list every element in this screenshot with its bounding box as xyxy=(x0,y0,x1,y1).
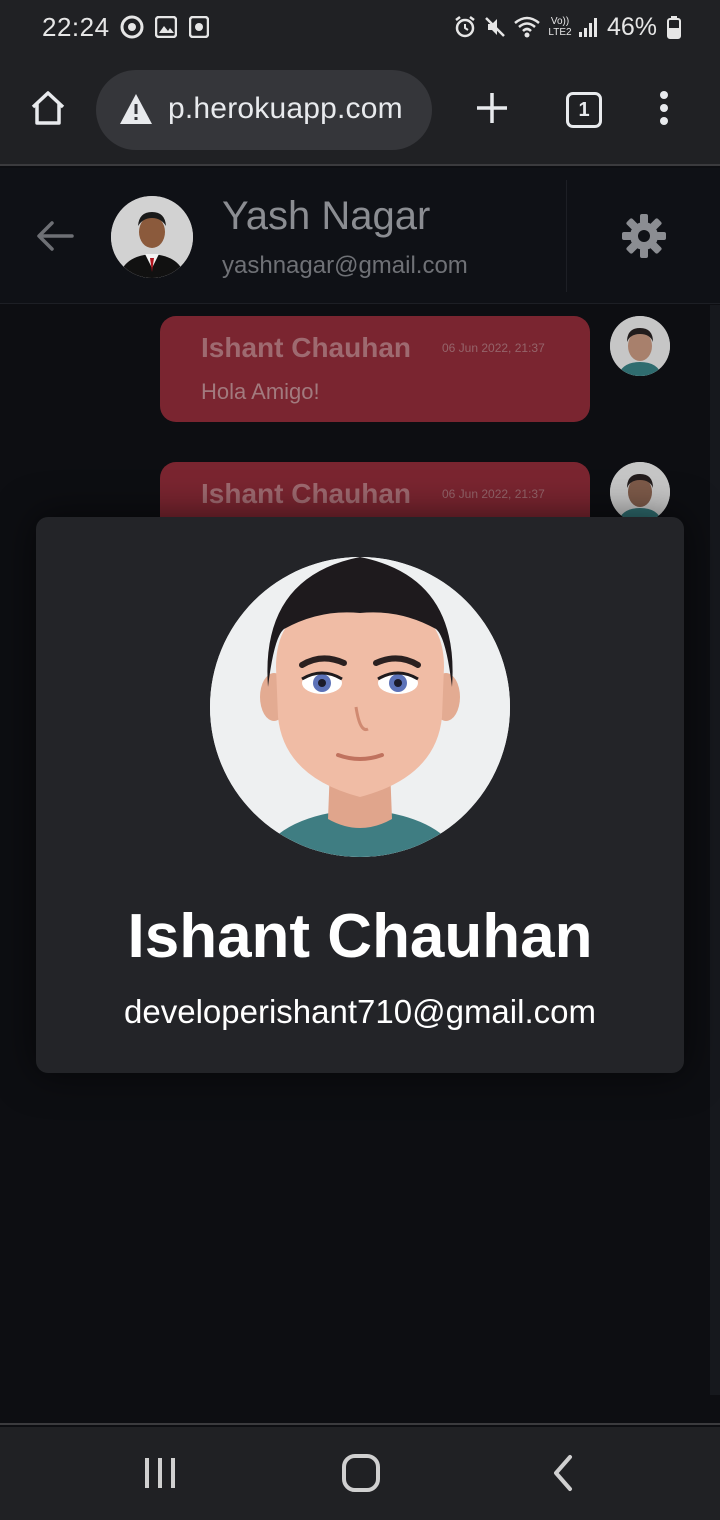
volte-icon: Vo)) LTE2 xyxy=(548,16,572,38)
signal-icon xyxy=(576,14,600,40)
message-bubble[interactable]: Ishant Chauhan 06 Jun 2022, 21:37 Hola A… xyxy=(160,316,590,422)
home-nav-icon[interactable] xyxy=(331,1445,391,1501)
new-tab-icon[interactable] xyxy=(464,80,520,136)
message-time: 06 Jun 2022, 21:37 xyxy=(442,341,545,355)
status-time: 22:24 xyxy=(42,12,110,42)
sender-avatar[interactable] xyxy=(610,462,670,522)
menu-icon[interactable] xyxy=(636,80,692,136)
contact-name: Yash Nagar xyxy=(222,194,431,238)
message-text: Hola Amigo! xyxy=(201,379,320,404)
system-nav-bar xyxy=(0,1427,720,1520)
profile-email: developerishant710@gmail.com xyxy=(124,993,596,1030)
status-bar: 22:24 Vo)) LTE2 46% xyxy=(0,0,720,58)
message-sender: Ishant Chauhan xyxy=(201,332,412,363)
media-icon xyxy=(187,14,211,40)
header-divider xyxy=(566,180,567,292)
recent-apps-icon[interactable] xyxy=(130,1445,190,1501)
wifi-icon xyxy=(513,14,541,40)
contact-email: yashnagar@gmail.com xyxy=(222,252,468,279)
settings-gear-icon[interactable] xyxy=(620,212,668,260)
warning-icon[interactable] xyxy=(118,92,154,126)
back-nav-icon[interactable] xyxy=(533,1445,593,1501)
url-text[interactable]: p.herokuapp.com xyxy=(168,92,403,126)
mute-icon xyxy=(483,14,507,40)
address-bar[interactable]: p.herokuapp.com xyxy=(96,70,432,150)
tab-switcher-button[interactable]: 1 xyxy=(566,92,602,128)
battery-percent: 46% xyxy=(607,13,658,41)
browser-toolbar: p.herokuapp.com 1 xyxy=(0,58,720,166)
home-icon[interactable] xyxy=(20,80,76,136)
profile-name: Ishant Chauhan xyxy=(127,902,593,971)
alarm-icon xyxy=(453,14,477,40)
ring-icon xyxy=(120,14,144,40)
battery-icon xyxy=(662,14,686,40)
back-arrow-icon[interactable] xyxy=(30,216,80,256)
sender-avatar[interactable] xyxy=(610,316,670,376)
message-sender: Ishant Chauhan xyxy=(201,478,412,509)
scrollbar[interactable] xyxy=(710,305,720,1395)
chat-header: Yash Nagar yashnagar@gmail.com xyxy=(0,168,720,304)
profile-avatar xyxy=(210,557,510,857)
gallery-icon xyxy=(154,14,178,40)
contact-avatar[interactable] xyxy=(111,196,193,278)
message-time: 06 Jun 2022, 21:37 xyxy=(442,487,545,501)
bottom-strip xyxy=(0,1395,720,1425)
profile-modal[interactable]: Ishant Chauhan developerishant710@gmail.… xyxy=(36,517,684,1073)
